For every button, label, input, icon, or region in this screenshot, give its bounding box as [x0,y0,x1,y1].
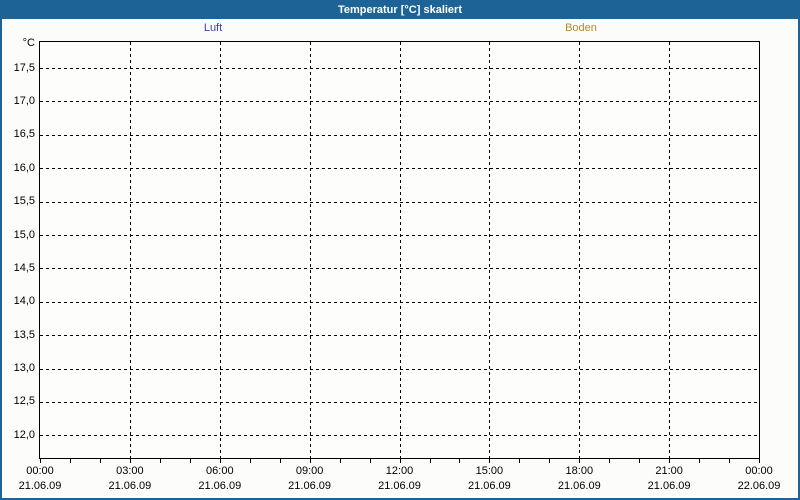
x-tick-mark [339,459,341,463]
window-title: Temperatur [°C] skaliert [337,4,462,16]
x-tick-mark [729,459,730,463]
x-gridline [129,42,131,458]
x-tick-time-label: 09:00 [295,465,324,477]
y-tick-label: 16,0 [13,161,35,174]
x-tick-mark [279,459,281,463]
y-axis-unit-label: °C [22,37,35,49]
x-tick-mark [369,459,371,463]
x-tick-date-label: 21.06.09 [557,480,601,492]
x-tick-date-label: 21.06.09 [198,480,242,492]
x-tick-time-label: 21:00 [655,465,683,477]
x-tick-mark [579,459,581,463]
x-gridline [399,42,401,458]
legend-item-luft: Luft [203,22,223,34]
chart-window: Temperatur [°C] skaliert Luft Boden °C 1… [0,0,800,500]
x-tick-mark [489,459,491,463]
x-tick-date-label: 21.06.09 [288,480,332,492]
x-tick-mark [70,459,71,463]
x-tick-mark [549,459,551,463]
x-tick-mark [759,459,760,463]
y-tick-label: 15,5 [13,195,35,208]
x-tick-time-label: 15:00 [475,465,504,477]
x-tick-date-label: 21.06.09 [647,480,691,492]
x-tick-date-label: 21.06.09 [108,480,152,492]
x-tick-mark [40,459,41,463]
x-tick-time-label: 18:00 [565,465,594,477]
y-tick-label: 12,5 [13,395,35,408]
y-tick-label: 14,5 [13,261,35,274]
y-tick-label: 12,0 [13,428,35,441]
plot-area [39,41,760,459]
y-tick-label: 13,0 [13,362,35,374]
x-tick-date-label: 21.06.09 [18,480,62,492]
x-tick-mark [249,459,251,463]
y-tick-label: 17,5 [13,61,35,74]
x-tick-mark [609,459,611,463]
x-tick-mark [639,459,641,463]
title-bar: Temperatur [°C] skaliert [2,2,798,19]
x-tick-mark [669,459,671,463]
y-tick-label: 16,5 [13,128,35,141]
x-gridline [489,42,491,458]
x-gridline [219,42,221,458]
x-tick-mark [159,459,161,463]
x-tick-mark [129,459,131,463]
x-gridline [669,42,671,458]
y-tick-label: 15,0 [13,228,35,241]
x-tick-time-label: 03:00 [116,465,144,477]
x-tick-time-label: 00:00 [26,465,54,477]
x-tick-mark [519,459,521,463]
y-tick-label: 14,0 [13,295,35,308]
x-tick-time-label: 12:00 [385,465,414,477]
x-tick-time-label: 00:00 [745,465,773,477]
x-tick-mark [219,459,221,463]
x-gridline [579,42,581,458]
x-tick-time-label: 06:00 [206,465,234,477]
x-tick-mark [189,459,191,463]
x-tick-mark [99,459,101,463]
x-tick-date-label: 21.06.09 [467,480,511,492]
x-tick-mark [429,459,431,463]
x-tick-mark [399,459,401,463]
y-tick-label: 13,5 [13,328,35,341]
x-tick-mark [699,459,701,463]
x-tick-mark [459,459,461,463]
x-tick-date-label: 22.06.09 [737,480,781,492]
x-gridline [309,42,311,458]
x-tick-mark [309,459,311,463]
x-tick-date-label: 21.06.09 [378,480,421,492]
legend-item-boden: Boden [565,22,597,34]
y-tick-label: 17,0 [13,94,35,107]
